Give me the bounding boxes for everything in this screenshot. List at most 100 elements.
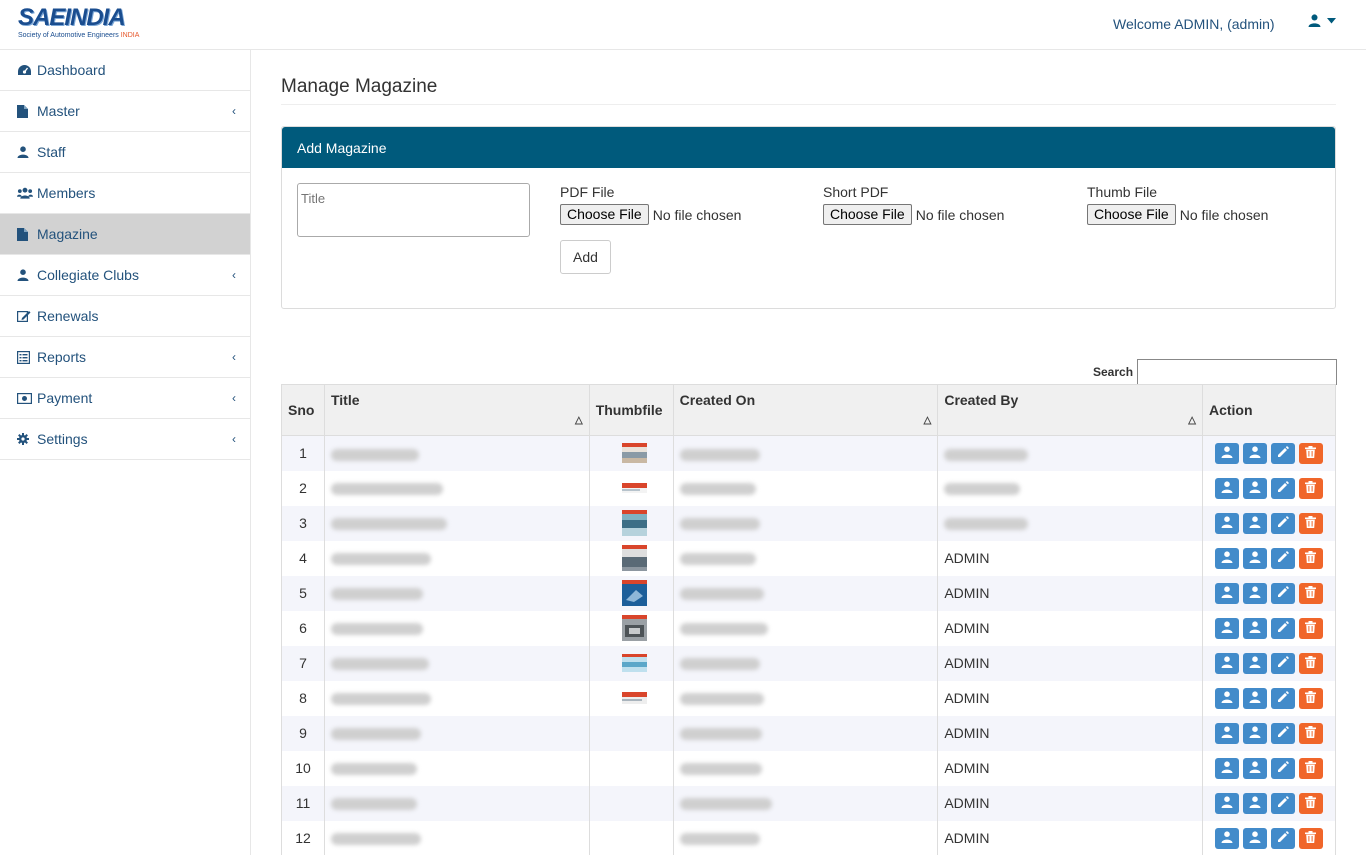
delete-button[interactable]: [1298, 827, 1323, 849]
assign-user-button[interactable]: [1214, 617, 1239, 639]
assign-user-button[interactable]: [1214, 442, 1239, 464]
thumbnail-image[interactable]: [596, 545, 673, 571]
delete-button[interactable]: [1298, 652, 1323, 674]
pdf-choose-file-button[interactable]: Choose File: [560, 204, 649, 225]
sidebar-item-dashboard[interactable]: Dashboard: [0, 50, 250, 91]
pdf-file-label: PDF File: [560, 184, 615, 200]
thumbfile-cell: [588, 645, 674, 681]
view-user-button[interactable]: [1242, 617, 1267, 639]
edit-button[interactable]: [1270, 477, 1295, 499]
delete-button[interactable]: [1298, 582, 1323, 604]
short-pdf-choose-file-button[interactable]: Choose File: [823, 204, 912, 225]
assign-user-button[interactable]: [1214, 512, 1239, 534]
assign-user-button[interactable]: [1214, 652, 1239, 674]
col-created-by[interactable]: Created By △: [937, 384, 1203, 436]
view-user-button[interactable]: [1242, 477, 1267, 499]
saeindia-logo[interactable]: SAEINDIA Society of Automotive Engineers…: [18, 6, 144, 40]
created-by-value: ADMIN: [944, 690, 990, 706]
delete-button[interactable]: [1298, 442, 1323, 464]
pencil-icon: [1277, 655, 1289, 671]
assign-user-button[interactable]: [1214, 582, 1239, 604]
table-row: 3: [281, 505, 1337, 541]
sidebar-item-members[interactable]: Members: [0, 173, 250, 214]
edit-button[interactable]: [1270, 757, 1295, 779]
title-input[interactable]: [297, 183, 530, 237]
pencil-icon: [1277, 760, 1289, 776]
delete-button[interactable]: [1298, 547, 1323, 569]
view-user-button[interactable]: [1242, 652, 1267, 674]
assign-user-button[interactable]: [1214, 827, 1239, 849]
delete-button[interactable]: [1298, 757, 1323, 779]
edit-button[interactable]: [1270, 512, 1295, 534]
redacted-created-by: [944, 518, 1029, 531]
col-created-on[interactable]: Created On △: [672, 384, 939, 436]
delete-button[interactable]: [1298, 512, 1323, 534]
edit-button[interactable]: [1270, 687, 1295, 709]
edit-button[interactable]: [1270, 827, 1295, 849]
delete-button[interactable]: [1298, 687, 1323, 709]
view-user-button[interactable]: [1242, 722, 1267, 744]
created-on-cell: [672, 750, 939, 786]
action-cell: [1201, 435, 1337, 471]
search-input[interactable]: [1137, 359, 1338, 385]
view-user-button[interactable]: [1242, 512, 1267, 534]
redacted-title: [330, 728, 421, 741]
col-title[interactable]: Title △: [323, 384, 590, 436]
thumbnail-image[interactable]: [596, 615, 673, 641]
thumbnail-image[interactable]: [596, 510, 673, 536]
sidebar-item-settings[interactable]: Settings ‹: [0, 419, 250, 460]
sidebar-item-collegiate-clubs[interactable]: Collegiate Clubs ‹: [0, 255, 250, 296]
thumbnail-image[interactable]: [596, 654, 673, 672]
thumbfile-cell: [588, 785, 674, 821]
sidebar-item-reports[interactable]: Reports ‹: [0, 337, 250, 378]
created-on-cell: [672, 820, 939, 855]
sidebar-item-label: Master: [37, 103, 80, 119]
thumb-choose-file-button[interactable]: Choose File: [1087, 204, 1176, 225]
sidebar-item-magazine[interactable]: Magazine: [0, 214, 250, 255]
user-menu-toggle[interactable]: [1308, 14, 1336, 27]
view-user-button[interactable]: [1242, 547, 1267, 569]
sidebar-item-staff[interactable]: Staff: [0, 132, 250, 173]
delete-button[interactable]: [1298, 792, 1323, 814]
view-user-button[interactable]: [1242, 442, 1267, 464]
assign-user-button[interactable]: [1214, 757, 1239, 779]
col-sno[interactable]: Sno: [281, 384, 325, 436]
view-user-button[interactable]: [1242, 757, 1267, 779]
assign-user-button[interactable]: [1214, 477, 1239, 499]
sidebar-item-renewals[interactable]: Renewals: [0, 296, 250, 337]
created-by-cell: [937, 505, 1203, 541]
add-button[interactable]: Add: [560, 240, 611, 274]
thumbnail-image[interactable]: [596, 443, 673, 464]
thumbnail-image[interactable]: [596, 692, 673, 704]
redacted-date: [679, 553, 756, 566]
sidebar-item-payment[interactable]: Payment ‹: [0, 378, 250, 419]
view-user-button[interactable]: [1242, 792, 1267, 814]
edit-button[interactable]: [1270, 442, 1295, 464]
edit-button[interactable]: [1270, 547, 1295, 569]
thumbnail-image[interactable]: [596, 580, 673, 606]
action-cell: [1201, 610, 1337, 646]
delete-button[interactable]: [1298, 477, 1323, 499]
edit-button[interactable]: [1270, 617, 1295, 639]
redacted-title: [330, 623, 423, 636]
view-user-button[interactable]: [1242, 827, 1267, 849]
delete-button[interactable]: [1298, 722, 1323, 744]
assign-user-button[interactable]: [1214, 792, 1239, 814]
view-user-button[interactable]: [1242, 687, 1267, 709]
title-cell: [323, 785, 590, 821]
user-icon: [17, 146, 33, 158]
redacted-date: [679, 448, 760, 461]
delete-button[interactable]: [1298, 617, 1323, 639]
thumbnail-image[interactable]: [596, 483, 673, 493]
view-user-button[interactable]: [1242, 582, 1267, 604]
sidebar-item-master[interactable]: Master ‹: [0, 91, 250, 132]
assign-user-button[interactable]: [1214, 687, 1239, 709]
assign-user-button[interactable]: [1214, 722, 1239, 744]
edit-button[interactable]: [1270, 582, 1295, 604]
welcome-text: Welcome ADMIN, (admin): [1113, 16, 1275, 32]
edit-button[interactable]: [1270, 652, 1295, 674]
edit-button[interactable]: [1270, 722, 1295, 744]
assign-user-button[interactable]: [1214, 547, 1239, 569]
edit-button[interactable]: [1270, 792, 1295, 814]
list-icon: [17, 350, 33, 364]
